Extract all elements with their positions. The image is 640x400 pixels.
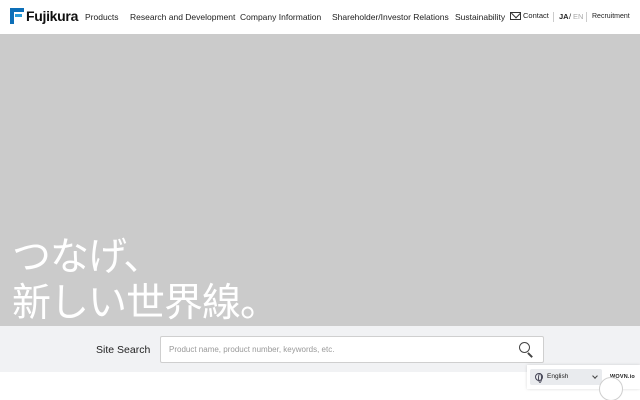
site-search-label: Site Search	[96, 344, 151, 356]
logo-mark-icon	[10, 8, 24, 24]
chevron-down-icon	[592, 373, 598, 379]
hero-headline-line2: 新しい世界線。	[12, 281, 279, 326]
language-separator: /	[569, 12, 572, 21]
logo-text: Fujikura	[26, 8, 79, 24]
recruitment-link[interactable]: Recruitment	[592, 13, 630, 20]
nav-shareholder-investor-relations[interactable]: Shareholder/Investor Relations	[332, 12, 449, 22]
fujikura-logo[interactable]: Fujikura	[10, 8, 78, 24]
language-ja-link[interactable]: JA	[559, 12, 569, 21]
divider	[586, 12, 587, 22]
search-input[interactable]	[169, 337, 509, 362]
scroll-to-top-button[interactable]	[599, 377, 623, 400]
language-widget: English WOVN.io	[527, 365, 640, 389]
nav-research-and-development[interactable]: Research and Development	[130, 12, 235, 22]
mail-icon	[510, 11, 521, 20]
search-box	[160, 336, 544, 363]
language-en-link[interactable]: EN	[573, 12, 583, 21]
nav-company-information[interactable]: Company Information	[240, 12, 321, 22]
contact-link[interactable]: Contact	[510, 11, 549, 20]
nav-products[interactable]: Products	[85, 12, 119, 22]
contact-label: Contact	[523, 11, 549, 20]
divider	[553, 12, 554, 22]
language-select-label: English	[547, 373, 569, 380]
language-select[interactable]: English	[530, 369, 602, 385]
search-icon[interactable]	[519, 342, 535, 358]
nav-sustainability[interactable]: Sustainability	[455, 12, 505, 22]
hero-banner: つなげ、 新しい世界線。	[0, 34, 640, 326]
globe-icon	[535, 373, 543, 383]
site-header: Fujikura Products Research and Developme…	[0, 0, 640, 34]
